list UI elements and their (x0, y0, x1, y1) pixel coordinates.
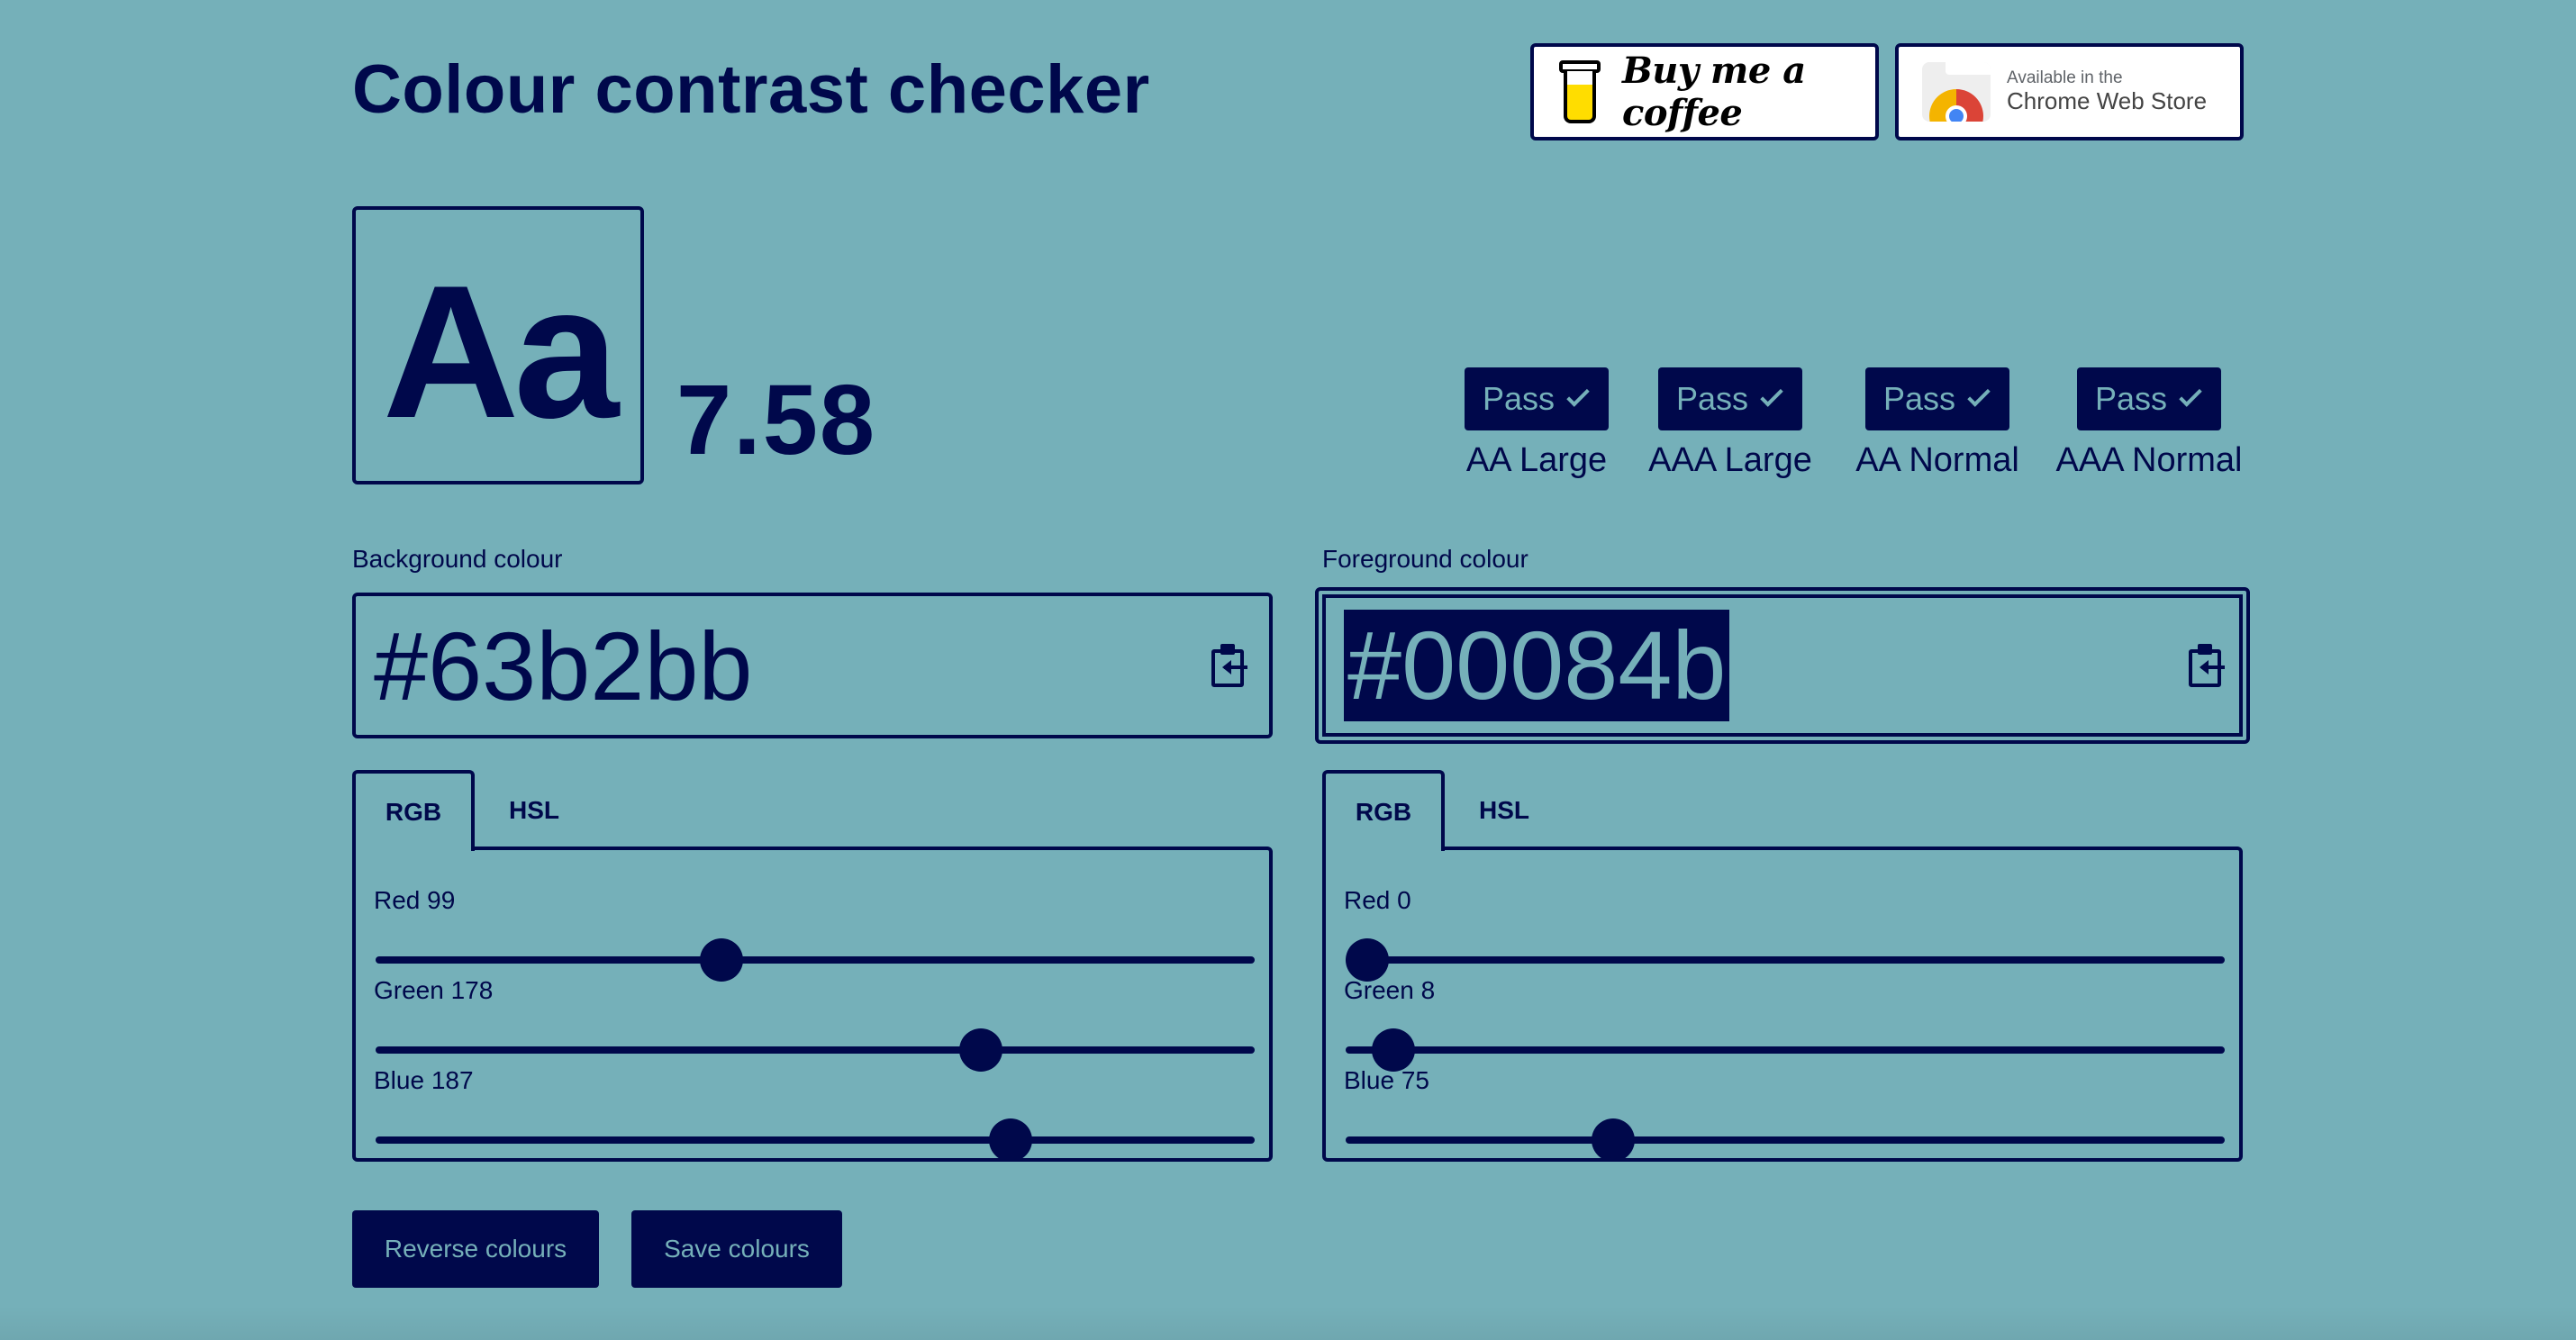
check-icon (2179, 384, 2202, 407)
green-slider-row: Green 178 (374, 976, 1255, 1072)
reverse-colours-button[interactable]: Reverse colours (352, 1210, 599, 1288)
green-slider-track[interactable] (376, 1046, 1255, 1054)
tab-hsl[interactable]: HSL (475, 770, 594, 851)
contrast-ratio: 7.58 (676, 365, 877, 475)
tab-rgb[interactable]: RGB (1322, 770, 1445, 851)
status-badge: Pass (1657, 367, 1803, 430)
green-slider-row: Green 8 (1344, 976, 2225, 1072)
green-slider-track[interactable] (1346, 1046, 2225, 1054)
status-badge: Pass (1864, 367, 2010, 430)
blue-slider-label: Blue 75 (1344, 1066, 1429, 1094)
blue-slider-thumb[interactable] (988, 1118, 1032, 1162)
background-colour-mode-tabs: RGB HSL (352, 770, 594, 851)
save-colours-button[interactable]: Save colours (631, 1210, 842, 1288)
tab-hsl[interactable]: HSL (1445, 770, 1564, 851)
blue-slider-row: Blue 187 (374, 1066, 1255, 1162)
foreground-rgb-sliders: Red 0 Green 8 Blue 75 (1322, 847, 2243, 1162)
foreground-colour-label: Foreground colour (1322, 545, 1528, 573)
contrast-sample: Aa (352, 206, 644, 484)
red-slider-thumb[interactable] (700, 938, 744, 982)
chrome-web-store-icon (1922, 62, 1991, 122)
buy-me-a-coffee-button[interactable]: Buy me a coffee (1530, 43, 1879, 140)
background-rgb-sliders: Red 99 Green 178 Blue 187 (352, 847, 1273, 1162)
status-text: Pass (1675, 380, 1749, 417)
red-slider-row: Red 99 (374, 886, 1255, 982)
status-text: Pass (2094, 380, 2168, 417)
blue-slider-track[interactable] (1346, 1136, 2225, 1144)
result-aa-large: Pass AA Large (1429, 367, 1645, 480)
blue-slider-label: Blue 187 (374, 1066, 474, 1094)
red-slider-label: Red 0 (1344, 886, 1411, 914)
page-bottom-shadow (0, 1306, 2576, 1340)
blue-slider-row: Blue 75 (1344, 1066, 2225, 1162)
red-slider-label: Red 99 (374, 886, 456, 914)
page-title: Colour contrast checker (352, 51, 1150, 128)
foreground-hex-input[interactable]: #00084b (1344, 609, 1730, 722)
result-aaa-large: Pass AAA Large (1627, 367, 1834, 480)
store-big-label: Chrome Web Store (2007, 87, 2208, 115)
green-slider-thumb[interactable] (958, 1028, 1002, 1072)
green-slider-label: Green 178 (374, 976, 494, 1004)
status-badge: Pass (1464, 367, 1610, 430)
check-icon (1566, 384, 1590, 407)
coffee-label: Buy me a coffee (1622, 50, 1806, 134)
status-text: Pass (1882, 380, 1956, 417)
result-label: AAA Large (1648, 441, 1812, 479)
store-small-label: Available in the (2007, 68, 2123, 88)
chrome-web-store-button[interactable]: Available in the Chrome Web Store (1895, 43, 2244, 140)
green-slider-thumb[interactable] (1372, 1028, 1416, 1072)
result-label: AAA Normal (2055, 441, 2243, 479)
check-icon (1967, 384, 1991, 407)
red-slider-track[interactable] (376, 956, 1255, 964)
red-slider-row: Red 0 (1344, 886, 2225, 982)
result-aa-normal: Pass AA Normal (1829, 367, 2045, 480)
coffee-cup-icon (1559, 60, 1601, 123)
red-slider-track[interactable] (1346, 956, 2225, 964)
check-icon (1760, 384, 1783, 407)
paste-clipboard-icon[interactable] (2189, 644, 2225, 687)
blue-slider-track[interactable] (376, 1136, 1255, 1144)
paste-clipboard-icon[interactable] (1211, 644, 1247, 687)
result-aaa-normal: Pass AAA Normal (2045, 367, 2253, 480)
foreground-colour-mode-tabs: RGB HSL (1322, 770, 1564, 851)
foreground-hex-field[interactable]: #00084b (1315, 587, 2250, 744)
app: Colour contrast checker Buy me a coffee … (352, 0, 2250, 1340)
red-slider-thumb[interactable] (1346, 938, 1389, 982)
result-label: AA Large (1465, 441, 1608, 479)
status-text: Pass (1482, 380, 1556, 417)
background-colour-label: Background colour (352, 545, 563, 573)
result-label: AA Normal (1855, 441, 2019, 479)
background-hex-field[interactable] (352, 593, 1273, 738)
tab-rgb[interactable]: RGB (352, 770, 475, 851)
status-badge: Pass (2076, 367, 2222, 430)
blue-slider-thumb[interactable] (1591, 1118, 1635, 1162)
background-hex-input[interactable] (374, 609, 1076, 722)
green-slider-label: Green 8 (1344, 976, 1436, 1004)
